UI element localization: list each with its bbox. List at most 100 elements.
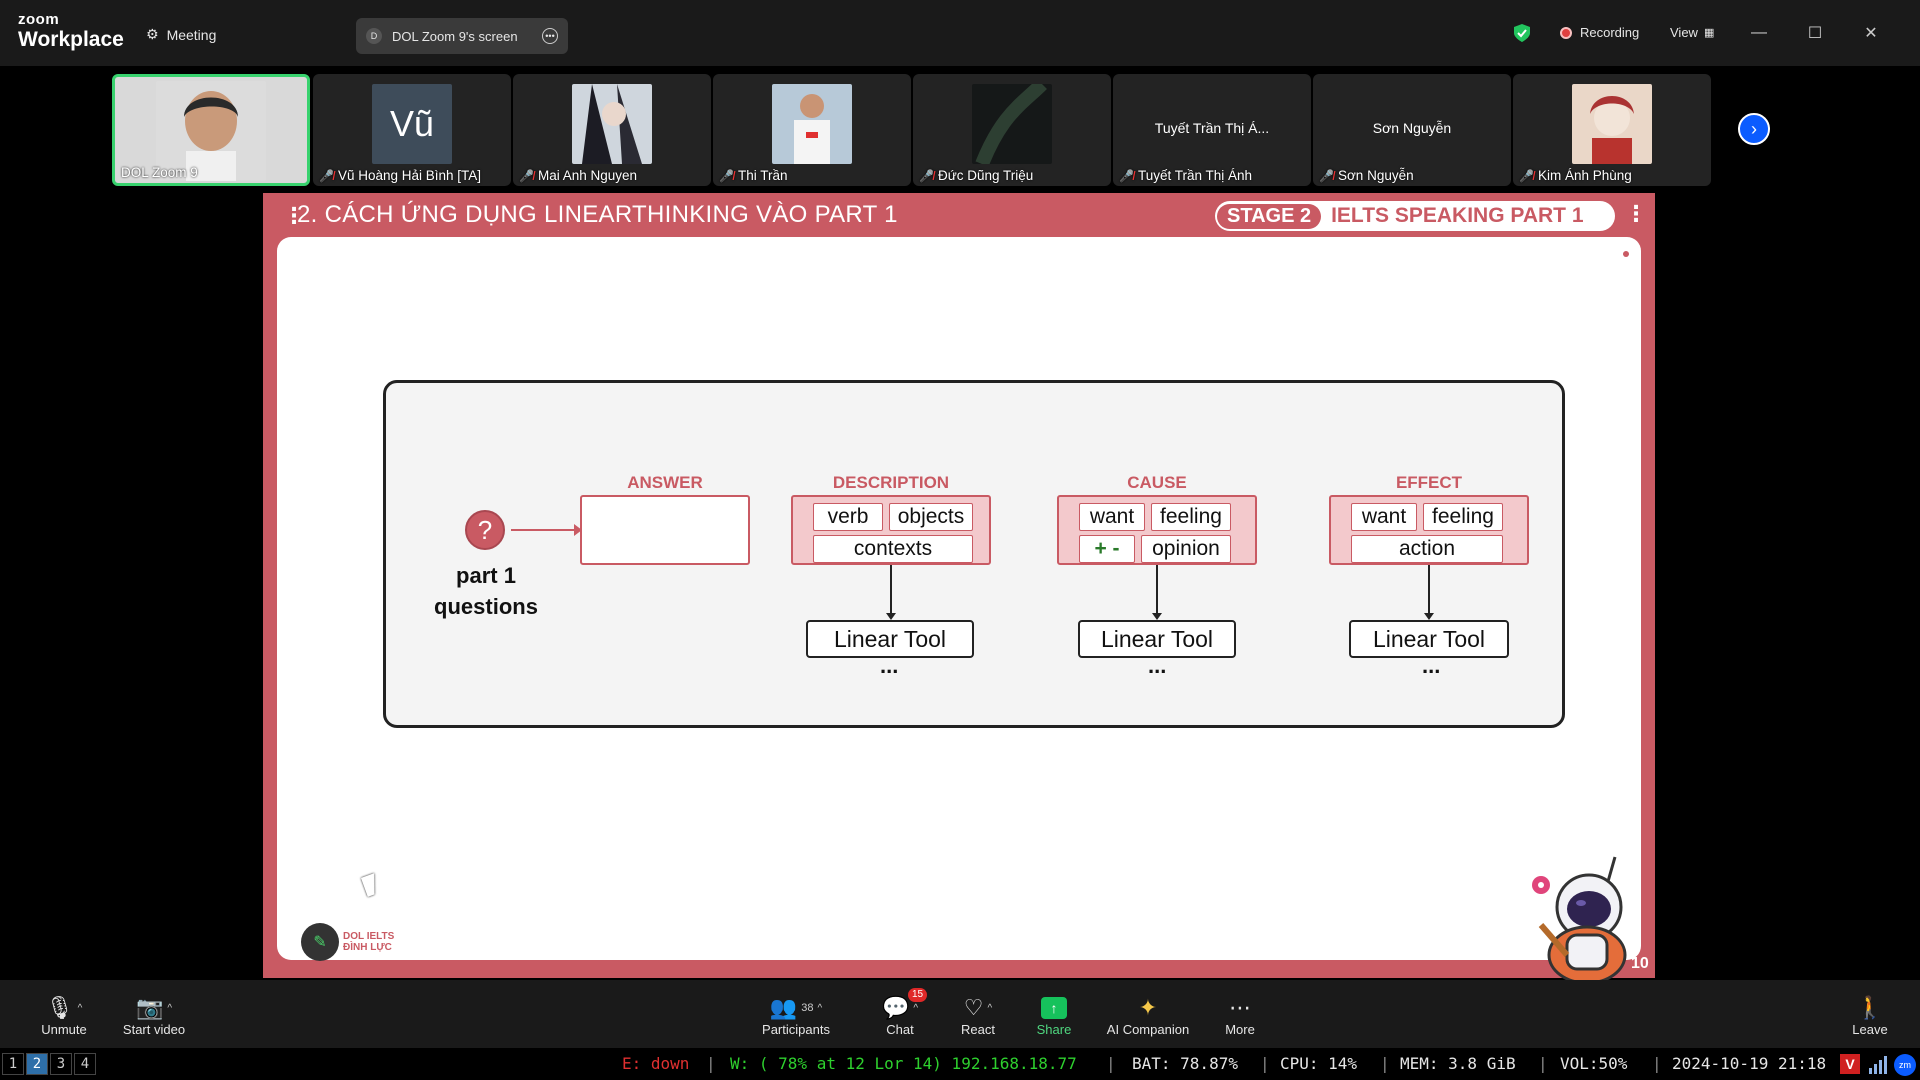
description-chip: verb [813, 503, 883, 531]
cause-label: CAUSE [1127, 473, 1187, 492]
video-tile[interactable]: 🎤̸ Kim Ánh Phùng [1513, 74, 1711, 186]
vivaldi-tray-icon[interactable]: V [1840, 1054, 1860, 1074]
more-button[interactable]: ⋯ More [1222, 994, 1258, 1037]
participant-avatar-image [572, 84, 652, 164]
participant-name: DOL Zoom 9 [121, 165, 198, 180]
maximize-icon[interactable]: ☐ [1800, 18, 1830, 48]
workspace-button[interactable]: 4 [74, 1053, 96, 1075]
cause-box: want feeling + - opinion [1057, 495, 1257, 565]
mic-muted-icon: 🎤̸ [1519, 168, 1534, 183]
chevron-up-icon[interactable]: ^ [817, 1003, 822, 1014]
signal-strength-icon[interactable] [1868, 1056, 1888, 1074]
linearthinking-diagram: ? part 1 questions ANSWER DESCRIPTION ve… [383, 380, 1565, 728]
workspace-button[interactable]: 3 [50, 1053, 72, 1075]
sparkle-icon: ✦ [1138, 995, 1158, 1020]
volume-status: VOL:50% [1560, 1054, 1628, 1073]
participants-button[interactable]: 👥 38 ^ Participants [756, 994, 836, 1037]
wifi-status: W: ( 78% at 12 Lor 14) 192.168.18.77 [730, 1054, 1077, 1073]
unmute-button[interactable]: 🎙 ^ Unmute [26, 994, 102, 1037]
mic-muted-icon: 🎤̸ [1119, 168, 1134, 183]
question-label-line2: questions [434, 593, 538, 619]
chat-label: Chat [886, 1022, 914, 1037]
chat-button[interactable]: 💬 15 ^ Chat [878, 988, 928, 1037]
ethernet-status: E: down [622, 1054, 690, 1073]
leave-label: Leave [1852, 1022, 1888, 1037]
arrow-down-icon [886, 613, 896, 620]
astronaut-mascot-icon [1532, 856, 1627, 985]
title-bar: zoom Workplace ⚙ Meeting D DOL Zoom 9's … [0, 0, 1920, 66]
cause-chip: want [1079, 503, 1145, 531]
participant-avatar-image [1572, 84, 1652, 164]
participant-name: Mai Anh Nguyen [537, 168, 638, 183]
connector-line [1428, 565, 1430, 615]
separator: | [706, 1054, 716, 1073]
leave-button[interactable]: 🚶 Leave [1850, 994, 1890, 1037]
participants-count: 38 [801, 1002, 814, 1014]
gear-icon: ⚙ [146, 26, 159, 42]
plus-minus-chip: + - [1079, 535, 1135, 563]
view-label: View [1670, 25, 1698, 40]
participant-name: Vũ Hoàng Hải Bình [TA] [337, 168, 482, 183]
meeting-menu-button[interactable]: ⚙ Meeting [146, 26, 216, 43]
participant-name: Tuyết Trần Thị Ánh [1137, 168, 1253, 183]
chevron-up-icon[interactable]: ^ [78, 1003, 83, 1014]
video-tile-self[interactable]: DOL Zoom 9 [112, 74, 310, 186]
answer-label: ANSWER [627, 473, 703, 492]
ai-companion-label: AI Companion [1106, 1022, 1190, 1037]
workspace-button-active[interactable]: 2 [26, 1053, 48, 1075]
stage-pill: STAGE 2 [1217, 203, 1322, 229]
separator: | [1652, 1054, 1662, 1073]
chevron-up-icon[interactable]: ^ [988, 1003, 993, 1014]
logo-zoom-text: zoom [18, 11, 60, 28]
start-video-label: Start video [122, 1022, 186, 1037]
question-circle-icon: ? [465, 510, 505, 550]
ellipsis: ... [880, 653, 899, 678]
logo-workplace-text: Workplace [18, 28, 124, 51]
more-options-icon[interactable]: ••• [542, 28, 558, 44]
shared-screen-indicator[interactable]: D DOL Zoom 9's screen ••• [356, 18, 568, 54]
recording-label: Recording [1580, 25, 1640, 40]
workspace-button[interactable]: 1 [2, 1053, 24, 1075]
video-tile[interactable]: Sơn Nguyễn 🎤̸ Sơn Nguyễn [1313, 74, 1511, 186]
slide-card: ? part 1 questions ANSWER DESCRIPTION ve… [277, 237, 1641, 985]
view-button[interactable]: View ▦ [1670, 25, 1714, 40]
start-video-button[interactable]: 📷 ^ Start video [104, 994, 204, 1037]
pencil-icon[interactable]: ✎ [301, 923, 339, 961]
react-button[interactable]: ♡ ^ React [956, 994, 1000, 1037]
video-tile[interactable]: 🎤̸ Đức Dũng Triệu [913, 74, 1111, 186]
answer-box [580, 495, 750, 565]
dot-decoration [1623, 251, 1629, 257]
participants-label: Participants [762, 1022, 830, 1037]
video-tile[interactable]: Vũ 🎤̸ Vũ Hoàng Hải Bình [TA] [313, 74, 511, 186]
chevron-up-icon[interactable]: ^ [167, 1003, 172, 1014]
drag-dots-icon: ⋮ [1625, 201, 1647, 226]
video-tile[interactable]: 🎤̸ Mai Anh Nguyen [513, 74, 711, 186]
description-box: verb objects contexts [791, 495, 991, 565]
separator: | [1106, 1054, 1116, 1073]
heart-icon: ♡ [963, 995, 984, 1020]
zoom-tray-icon[interactable]: zm [1894, 1054, 1916, 1076]
next-page-chevron-icon[interactable]: › [1738, 113, 1770, 145]
security-shield-icon[interactable] [1514, 24, 1530, 42]
cause-chip: opinion [1141, 535, 1231, 563]
react-label: React [961, 1022, 995, 1037]
question-label-line1: part 1 [456, 563, 516, 588]
description-chip: contexts [813, 535, 973, 563]
cause-chip: feeling [1151, 503, 1231, 531]
system-status-bar: 1 2 3 4 E: down | W: ( 78% at 12 Lor 14)… [0, 1048, 1920, 1080]
close-icon[interactable]: ✕ [1856, 18, 1886, 48]
minimize-icon[interactable]: — [1744, 18, 1774, 48]
effect-label: EFFECT [1395, 473, 1463, 492]
share-button[interactable]: ↑ Share [1034, 994, 1074, 1037]
ai-companion-button[interactable]: ✦ AI Companion [1100, 994, 1196, 1037]
meeting-toolbar: 🎙 ^ Unmute 📷 ^ Start video 👥 38 ^ Participan… [0, 980, 1920, 1048]
video-tile[interactable]: 🎤̸ Thi Trần [713, 74, 911, 186]
shared-slide: ⋮ 2. CÁCH ỨNG DỤNG LINEARTHINKING VÀO PA… [263, 193, 1655, 985]
chevron-up-icon[interactable]: ^ [913, 1003, 918, 1014]
stage-badge: STAGE 2 IELTS SPEAKING PART 1 [1215, 201, 1615, 231]
effect-chip: feeling [1423, 503, 1503, 531]
video-tile[interactable]: Tuyết Trần Thị Á... 🎤̸ Tuyết Trần Thị Ánh [1113, 74, 1311, 186]
recording-indicator[interactable]: Recording [1560, 25, 1639, 40]
shared-screen-label: DOL Zoom 9's screen [392, 28, 518, 44]
participant-name: Kim Ánh Phùng [1537, 168, 1632, 183]
